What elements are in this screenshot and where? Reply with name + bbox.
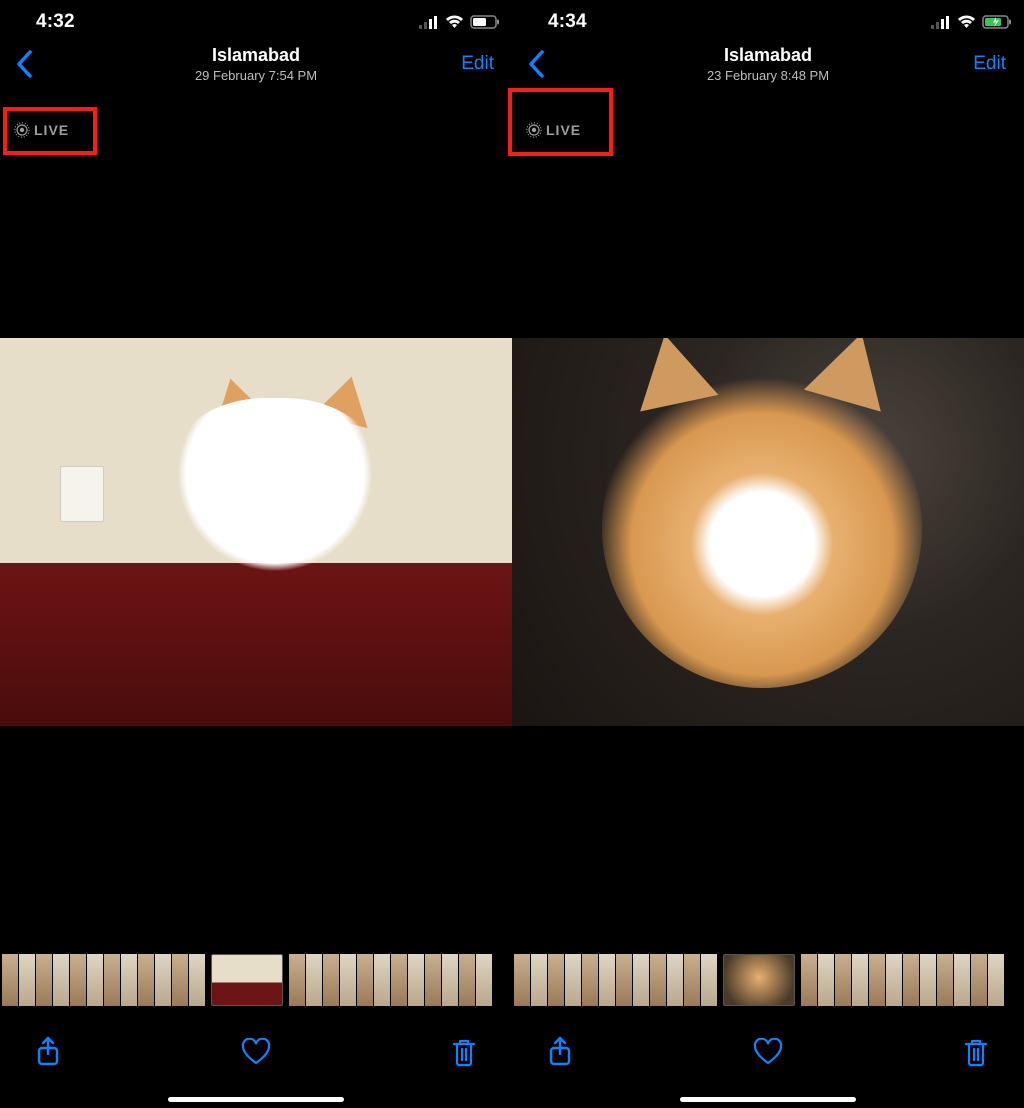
edit-button[interactable]: Edit [973,53,1006,75]
nav-title: Islamabad [0,45,512,66]
cellular-icon [419,16,439,29]
nav-subtitle: 23 February 8:48 PM [512,68,1024,83]
screen-right: 4:34 Islamabad 23 February 8:48 PM [512,0,1024,1108]
battery-charging-icon [982,15,1012,29]
wifi-icon [957,15,976,29]
delete-button[interactable] [956,1032,996,1072]
status-time: 4:32 [36,11,75,33]
status-bar: 4:34 [512,0,1024,44]
back-button[interactable] [16,50,34,78]
delete-button[interactable] [444,1032,484,1072]
home-indicator[interactable] [680,1097,856,1102]
nav-title: Islamabad [512,45,1024,66]
screen-left: 4:32 Islamabad 29 February 7:54 PM [0,0,512,1108]
share-button[interactable] [28,1032,68,1072]
share-button[interactable] [540,1032,580,1072]
thumbnail-current[interactable] [211,954,283,1006]
status-indicators [419,15,500,29]
status-time: 4:34 [548,11,587,33]
wifi-icon [445,15,464,29]
back-button[interactable] [528,50,546,78]
status-bar: 4:32 [0,0,512,44]
nav-bar: Islamabad 29 February 7:54 PM Edit [0,44,512,88]
home-indicator[interactable] [168,1097,344,1102]
status-indicators [931,15,1012,29]
nav-subtitle: 29 February 7:54 PM [0,68,512,83]
photo-content [512,338,1024,726]
thumbnail-scrubber[interactable] [0,952,512,1008]
edit-button[interactable]: Edit [461,53,494,75]
favorite-button[interactable] [236,1032,276,1072]
nav-title-area: Islamabad 23 February 8:48 PM [512,45,1024,83]
photo-content [0,338,512,726]
bottom-toolbar [0,1024,512,1080]
nav-title-area: Islamabad 29 February 7:54 PM [0,45,512,83]
cellular-icon [931,16,951,29]
battery-icon [470,15,500,29]
thumbnail-scrubber[interactable] [512,952,1024,1008]
thumbnail-current[interactable] [723,954,795,1006]
nav-bar: Islamabad 23 February 8:48 PM Edit [512,44,1024,88]
favorite-button[interactable] [748,1032,788,1072]
bottom-toolbar [512,1024,1024,1080]
